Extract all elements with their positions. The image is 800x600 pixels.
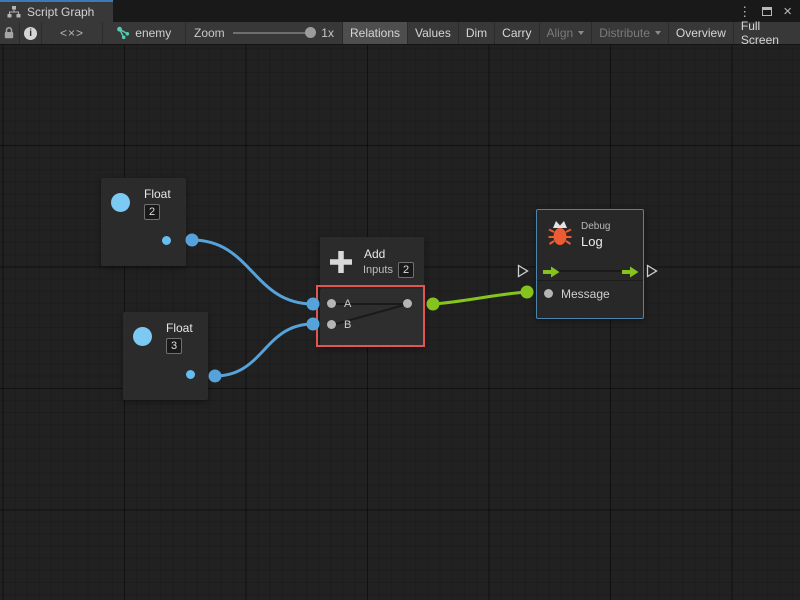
- debug-log-node[interactable]: Debug Log Message: [536, 209, 644, 319]
- overview-button[interactable]: Overview: [668, 22, 733, 44]
- tab-title: Script Graph: [27, 5, 94, 19]
- wire-endpoint[interactable]: [307, 298, 320, 311]
- align-label: Align: [547, 26, 574, 40]
- float-node-title: Float: [166, 321, 193, 335]
- graph-asset-icon: [116, 26, 130, 40]
- node-divider: [537, 280, 643, 281]
- zoom-slider[interactable]: [233, 32, 314, 34]
- float-node-title: Float: [144, 187, 171, 201]
- lock-button[interactable]: [0, 22, 20, 44]
- float-type-icon: [111, 193, 130, 212]
- wire-endpoint[interactable]: [186, 234, 199, 247]
- add-node-title: Add: [364, 247, 385, 261]
- wire-float2-to-a: [192, 240, 313, 304]
- add-inputs-row: Inputs 2: [363, 262, 414, 278]
- debug-category-label: Debug: [581, 221, 610, 232]
- port-b-label: B: [344, 319, 351, 331]
- relations-label: Relations: [350, 26, 400, 40]
- distribute-label: Distribute: [599, 26, 650, 40]
- flow-output-arrow-icon[interactable]: [622, 265, 639, 279]
- chevron-down-icon: [578, 31, 584, 35]
- window-menu-icon[interactable]: ⋮: [738, 5, 751, 18]
- message-port-label: Message: [561, 287, 610, 301]
- overview-label: Overview: [676, 26, 726, 40]
- zoom-label: Zoom: [194, 26, 225, 40]
- wire-endpoint[interactable]: [427, 298, 440, 311]
- values-button[interactable]: Values: [407, 22, 458, 44]
- fullscreen-button[interactable]: Full Screen: [733, 22, 800, 44]
- zoom-slider-handle[interactable]: [305, 27, 316, 38]
- graph-reference[interactable]: enemy: [103, 22, 186, 44]
- graph-toolbar: i <×> enemy Zoom 1x Relations: [0, 22, 800, 45]
- align-dropdown[interactable]: Align: [539, 22, 592, 44]
- lock-icon: [3, 26, 15, 40]
- bug-icon: [547, 218, 573, 246]
- wire-float3-to-b: [215, 324, 313, 376]
- graph-canvas[interactable]: Float 2 Float 3 Add Inputs 2: [0, 45, 800, 600]
- add-node-ports[interactable]: A B: [320, 289, 424, 347]
- script-graph-window: Script Graph ⋮ × i <×>: [0, 0, 800, 600]
- plus-icon: [328, 249, 354, 275]
- zoom-level: 1x: [321, 26, 334, 40]
- relation-lines: [320, 289, 424, 347]
- carry-button[interactable]: Carry: [494, 22, 538, 44]
- wire-endpoint[interactable]: [209, 370, 222, 383]
- flow-relation-line: [553, 270, 629, 272]
- float-output-port[interactable]: [162, 236, 171, 245]
- close-icon[interactable]: ×: [783, 4, 792, 19]
- title-bar: Script Graph ⋮ ×: [0, 0, 800, 22]
- chevron-down-icon: [655, 31, 661, 35]
- values-label: Values: [415, 26, 451, 40]
- port-a-dot[interactable]: [327, 299, 336, 308]
- fullscreen-label: Full Screen: [741, 19, 793, 47]
- maximize-icon[interactable]: [762, 7, 772, 16]
- relations-button[interactable]: Relations: [342, 22, 407, 44]
- inputs-label: Inputs: [363, 264, 393, 276]
- graph-tab-icon: [7, 6, 21, 18]
- float-type-icon: [133, 327, 152, 346]
- float-value-input[interactable]: 2: [144, 204, 160, 220]
- inputs-count-input[interactable]: 2: [398, 262, 414, 278]
- distribute-dropdown[interactable]: Distribute: [591, 22, 668, 44]
- float-value-input[interactable]: 3: [166, 338, 182, 354]
- info-button[interactable]: i: [20, 22, 42, 44]
- flow-exit-triangle-icon[interactable]: [646, 264, 658, 278]
- wire-sum-to-message: [433, 292, 527, 304]
- port-a-label: A: [344, 298, 351, 310]
- sum-output-port[interactable]: [403, 299, 412, 308]
- dim-label: Dim: [466, 26, 487, 40]
- code-preview-icon: <×>: [60, 26, 84, 40]
- zoom-control: Zoom 1x: [186, 22, 342, 44]
- code-preview-button[interactable]: <×>: [42, 22, 102, 44]
- flow-entry-triangle-icon[interactable]: [517, 264, 529, 278]
- wire-endpoint[interactable]: [307, 318, 320, 331]
- message-input-port[interactable]: [544, 289, 553, 298]
- debug-title-label: Log: [581, 234, 603, 249]
- graph-name-label: enemy: [135, 26, 171, 40]
- wire-endpoint[interactable]: [521, 286, 534, 299]
- float-node-2[interactable]: Float 3: [123, 312, 208, 400]
- carry-label: Carry: [502, 26, 531, 40]
- dim-button[interactable]: Dim: [458, 22, 494, 44]
- float-node-1[interactable]: Float 2: [101, 178, 186, 266]
- add-node-header[interactable]: Add Inputs 2: [320, 237, 424, 289]
- tab-script-graph[interactable]: Script Graph: [0, 0, 113, 22]
- flow-input-arrow-icon[interactable]: [543, 265, 560, 279]
- info-icon: i: [24, 27, 37, 40]
- port-b-dot[interactable]: [327, 320, 336, 329]
- float-output-port[interactable]: [186, 370, 195, 379]
